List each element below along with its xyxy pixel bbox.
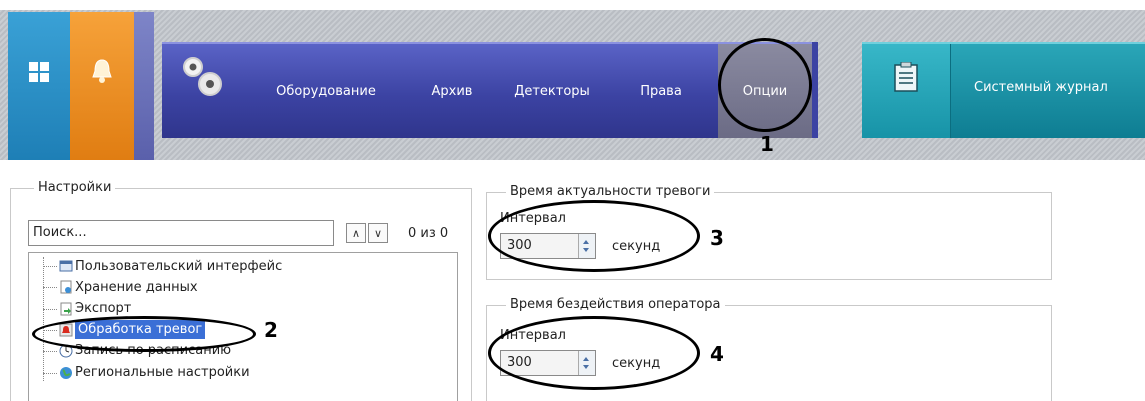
tab-detectors[interactable]: Детекторы [496,44,608,138]
tab-equipment-label: Оборудование [276,83,376,99]
tab-archive[interactable]: Архив [416,44,488,138]
callout-number-3: 3 [710,226,724,250]
tree-branch [43,351,57,352]
search-prev-button[interactable]: ∧ [346,223,366,243]
operator-idle-title: Время бездействия оператора [506,297,725,312]
search-count: 0 из 0 [408,226,449,241]
tab-rights-label: Права [640,83,682,99]
system-journal-button[interactable]: Системный журнал [862,42,1145,138]
export-icon [60,302,72,316]
tree-branch [43,309,57,310]
chevron-up-icon: ∧ [351,226,361,240]
tree-branch [43,287,57,288]
alarm-relevance-title: Время актуальности тревоги [506,184,715,199]
bell-icon [92,59,112,83]
toolbar: Оборудование Архив Детекторы Права Опции… [0,10,1145,160]
tab-detectors-label: Детекторы [514,83,590,99]
search-next-button[interactable]: ∨ [368,223,388,243]
settings-group-title: Настройки [34,180,116,195]
tree-branch [43,266,57,267]
callout-number-4: 4 [710,342,724,366]
tab-equipment[interactable]: Оборудование [256,44,396,138]
tree-item-label: Экспорт [75,301,132,316]
search-input[interactable]: Поиск... [28,220,334,246]
tree-item-user-interface[interactable]: Пользовательский интерфейс [75,257,282,277]
tree-line [43,257,44,381]
gears-icon [183,57,222,96]
tree-item-data-storage[interactable]: Хранение данных [75,278,198,298]
tab-rights[interactable]: Права [620,44,702,138]
globe-icon [60,367,72,379]
storage-icon [60,280,72,294]
clipboard-icon [894,62,918,92]
chevron-down-icon: ∨ [373,226,383,240]
interface-icon [59,260,73,272]
callout-ring-1 [718,38,812,132]
tree-item-label: Хранение данных [75,280,198,295]
nav-divider [812,42,818,138]
tree-item-regional-settings[interactable]: Региональные настройки [75,363,250,383]
tree-branch [43,373,57,374]
callout-ring-2 [32,316,256,352]
windows-tile[interactable] [8,12,70,160]
tree-item-label: Пользовательский интерфейс [75,259,283,274]
callout-ring-4 [488,316,700,390]
callout-number-1: 1 [760,132,774,156]
callout-number-2: 2 [264,318,278,342]
side-tile [134,12,154,160]
alarm-tile[interactable] [70,12,134,160]
heading-cutoff [0,0,1145,10]
windows-icon [29,62,49,82]
tab-archive-label: Архив [431,83,473,99]
system-journal-label: Системный журнал [974,80,1108,95]
journal-icon-box [862,44,951,138]
search-placeholder: Поиск... [33,225,87,240]
callout-ring-3 [488,200,700,272]
tree-item-label: Региональные настройки [75,365,250,380]
